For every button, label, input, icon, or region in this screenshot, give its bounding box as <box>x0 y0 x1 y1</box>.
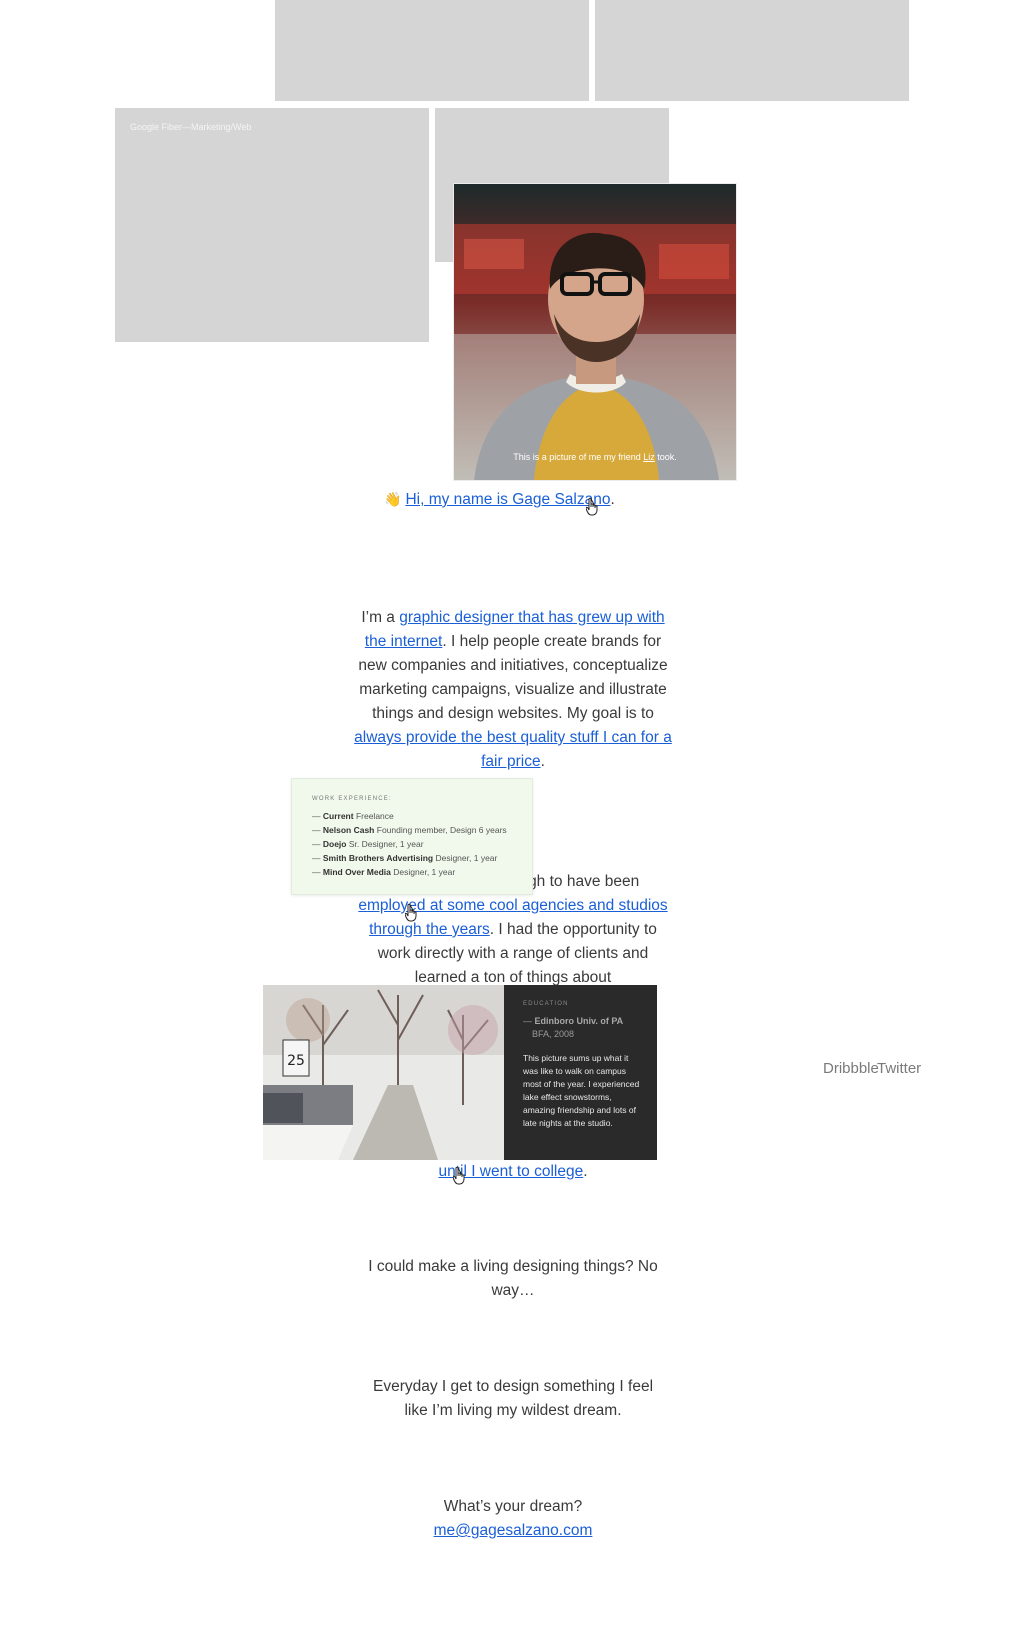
hand-cursor-icon <box>586 497 598 516</box>
work-role: Sr. Designer, 1 year <box>348 839 424 849</box>
portrait-illustration <box>454 184 736 480</box>
education-description: This picture sums up what it was like to… <box>523 1053 640 1128</box>
greeting: 👋 Hi, my name is Gage Salzano. <box>384 487 615 512</box>
portrait-photo: This is a picture of me my friend Liz to… <box>453 183 737 481</box>
work-company: Nelson Cash <box>322 825 375 835</box>
about-text: I’m a <box>361 609 400 626</box>
about-paragraph-1: I’m a graphic designer that has grew up … <box>353 606 673 774</box>
work-item: — Nelson Cash Founding member, Design 6 … <box>312 825 507 835</box>
about-text: Everyday I get to design something I fee… <box>372 1378 654 1419</box>
work-company: Mind Over Media <box>322 867 391 877</box>
portrait-caption-end: took. <box>654 452 677 462</box>
work-item: — Mind Over Media Designer, 1 year <box>312 867 456 877</box>
project-tile-caption: Google Fiber—Marketing/Web <box>130 122 252 132</box>
project-tile-google-fiber[interactable]: Google Fiber—Marketing/Web <box>115 108 429 342</box>
work-company: Smith Brothers Advertising <box>322 853 434 863</box>
project-tile-1[interactable] <box>275 0 589 101</box>
about-paragraph-3: until I went to college. <box>353 1160 673 1184</box>
work-item: — Doejo Sr. Designer, 1 year <box>312 839 424 849</box>
work-company: Current <box>322 811 354 821</box>
education-title: EDUCATION <box>523 1001 569 1007</box>
hand-cursor-icon <box>453 1166 465 1185</box>
about-text: . <box>583 1163 588 1180</box>
work-item: — Current Freelance <box>312 811 394 821</box>
about-paragraph-4: I could make a living designing things? … <box>363 1255 663 1303</box>
work-experience-list: — Current Freelance — Nelson Cash Foundi… <box>312 809 507 879</box>
greeting-period: . <box>610 491 615 508</box>
work-experience-title: WORK EXPERIENCE: <box>312 796 392 802</box>
work-company: Doejo <box>322 839 347 849</box>
work-item: — Smith Brothers Advertising Designer, 1… <box>312 853 498 863</box>
degree: BFA, 2008 <box>532 1029 575 1039</box>
contact-block: What’s your dream? me@gagesalzano.com <box>353 1495 673 1543</box>
dream-question: What’s your dream? <box>443 1498 583 1515</box>
twitter-link[interactable]: Twitter <box>877 1060 921 1077</box>
work-role: Founding member, Design 6 years <box>376 825 507 835</box>
liz-link[interactable]: Liz <box>643 452 655 462</box>
greeting-link[interactable]: Hi, my name is Gage Salzano <box>405 491 610 508</box>
work-role: Freelance <box>355 811 394 821</box>
project-tile-2[interactable] <box>595 0 909 101</box>
hand-cursor-icon <box>405 903 417 922</box>
work-experience-card: WORK EXPERIENCE: — Current Freelance — N… <box>291 778 533 895</box>
school-name: Edinboro Univ. of PA <box>534 1016 624 1026</box>
email-link[interactable]: me@gagesalzano.com <box>434 1522 593 1539</box>
work-role: Designer, 1 year <box>435 853 498 863</box>
portrait-caption-text: This is a picture of me my friend <box>513 452 644 462</box>
speed-limit-sign: 25 <box>287 1053 305 1069</box>
work-role: Designer, 1 year <box>393 867 456 877</box>
about-text: I could make a living designing things? … <box>368 1258 658 1299</box>
about-text: . <box>540 753 545 770</box>
dribbble-link[interactable]: Dribbble <box>823 1060 879 1077</box>
snow-scene: 25 <box>263 985 504 1160</box>
wave-icon: 👋 <box>384 491 402 507</box>
education-card: EDUCATION — Edinboro Univ. of PA BFA, 200… <box>504 985 657 1160</box>
snowy-campus-photo: 25 <box>263 985 504 1160</box>
portrait-caption: This is a picture of me my friend Liz to… <box>454 452 736 462</box>
quality-link[interactable]: always provide the best quality stuff I … <box>354 729 672 770</box>
about-paragraph-5: Everyday I get to design something I fee… <box>363 1375 663 1423</box>
education-school: — Edinboro Univ. of PA BFA, 2008 <box>523 1016 624 1039</box>
